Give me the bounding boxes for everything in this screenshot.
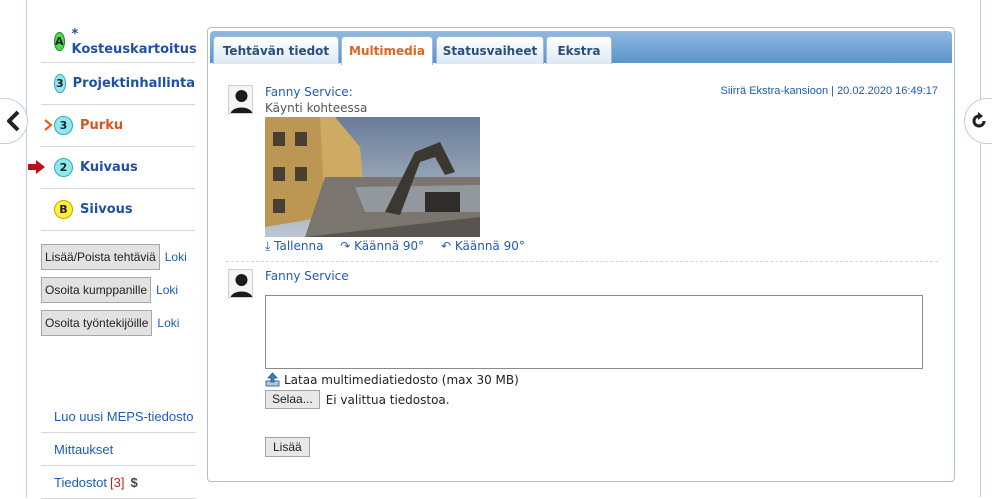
phase-badge: 3 xyxy=(54,74,66,93)
comment-textarea[interactable] xyxy=(265,295,923,369)
post-description: Käynti kohteessa xyxy=(265,101,368,115)
media-post: Fanny Service: Siirrä Ekstra-kansioon | … xyxy=(226,85,938,260)
post-divider xyxy=(226,261,938,262)
phase-list: A * Kosteuskartoitus 3 Projektinhallinta… xyxy=(28,21,197,231)
tab-task-details[interactable]: Tehtävän tiedot xyxy=(213,36,339,64)
user-silhouette-icon xyxy=(230,274,252,297)
tab-status-phases[interactable]: Statusvaiheet xyxy=(436,36,544,64)
arrow-right-icon xyxy=(28,160,45,174)
phase-label: Kuivaus xyxy=(80,160,138,175)
previous-button[interactable] xyxy=(0,98,28,144)
phase-badge: B xyxy=(54,200,73,219)
phase-label: Siivous xyxy=(80,202,133,217)
phase-label: Projektinhallinta xyxy=(72,76,195,91)
phase-item-kuivaus[interactable]: 2 Kuivaus xyxy=(28,147,195,189)
file-status: Ei valittua tiedostoa. xyxy=(325,392,450,407)
avatar xyxy=(228,269,253,298)
phase-item-kosteuskartoitus[interactable]: A * Kosteuskartoitus xyxy=(41,21,197,63)
phase-badge: 2 xyxy=(54,158,73,177)
demolition-photo[interactable] xyxy=(265,117,480,237)
task-panel: Tehtävän tiedot Multimedia Statusvaiheet… xyxy=(207,27,955,482)
new-post-author: Fanny Service xyxy=(265,269,349,283)
image-actions: ⤓ Tallenna ↷ Käännä 90° ↶ Käännä 90° xyxy=(265,239,538,254)
add-remove-tasks-button[interactable]: Lisää/Poista tehtäviä xyxy=(41,244,160,270)
tab-multimedia[interactable]: Multimedia xyxy=(341,36,433,65)
phase-item-purku[interactable]: 3 Purku xyxy=(41,105,195,147)
phase-item-projektinhallinta[interactable]: 3 Projektinhallinta xyxy=(41,63,195,105)
avatar xyxy=(228,85,253,114)
chevron-left-icon xyxy=(6,110,19,132)
measurements-link[interactable]: Mittaukset xyxy=(41,433,196,466)
phase-label: Purku xyxy=(80,118,124,133)
chevron-right-icon xyxy=(44,119,53,131)
tab-extra[interactable]: Ekstra xyxy=(546,36,612,64)
action-row: Osoita työntekijöille Loki xyxy=(41,310,187,336)
task-actions: Lisää/Poista tehtäviä Loki Osoita kumppa… xyxy=(41,244,187,343)
rotate-right-link[interactable]: ↷ Käännä 90° xyxy=(340,239,424,253)
files-link-row[interactable]: Tiedostot [3] $ xyxy=(41,466,196,499)
dollar-icon[interactable]: $ xyxy=(130,475,137,490)
user-silhouette-icon xyxy=(230,90,252,113)
phase-label: * Kosteuskartoitus xyxy=(71,26,197,57)
post-author: Fanny Service: xyxy=(265,85,353,99)
action-row: Lisää/Poista tehtäviä Loki xyxy=(41,244,187,270)
files-count: [3] xyxy=(110,474,125,490)
assign-workers-button[interactable]: Osoita työntekijöille xyxy=(41,310,153,336)
phase-badge: A xyxy=(54,32,65,51)
refresh-icon xyxy=(972,112,985,128)
files-link[interactable]: Tiedostot xyxy=(54,475,107,490)
phase-item-siivous[interactable]: B Siivous xyxy=(41,189,195,231)
move-to-extra-link[interactable]: Siirrä Ekstra-kansioon | 20.02.2020 16:4… xyxy=(721,85,939,97)
create-meps-link[interactable]: Luo uusi MEPS-tiedosto xyxy=(41,400,196,433)
rotate-left-link[interactable]: ↶ Käännä 90° xyxy=(441,239,525,253)
browse-button[interactable]: Selaa... xyxy=(265,390,320,409)
action-row: Osoita kumppanille Loki xyxy=(41,277,187,303)
upload-icon xyxy=(265,372,280,387)
add-button[interactable]: Lisää xyxy=(265,437,310,457)
file-picker: Selaa... Ei valittua tiedostoa. xyxy=(265,390,450,409)
upload-label-text: Lataa multimediatiedosto (max 30 MB) xyxy=(284,372,519,387)
save-image-link[interactable]: ⤓ Tallenna xyxy=(265,239,323,253)
log-link[interactable]: Loki xyxy=(165,250,187,264)
sidebar-links: Luo uusi MEPS-tiedosto Mittaukset Tiedos… xyxy=(41,400,196,499)
tab-bar: Tehtävän tiedot Multimedia Statusvaiheet… xyxy=(210,31,952,65)
assign-partner-button[interactable]: Osoita kumppanille xyxy=(41,277,152,303)
upload-label: Lataa multimediatiedosto (max 30 MB) xyxy=(265,372,519,387)
log-link[interactable]: Loki xyxy=(157,316,179,330)
demolition-image xyxy=(265,117,480,237)
phase-badge: 3 xyxy=(54,116,73,135)
log-link[interactable]: Loki xyxy=(156,283,178,297)
